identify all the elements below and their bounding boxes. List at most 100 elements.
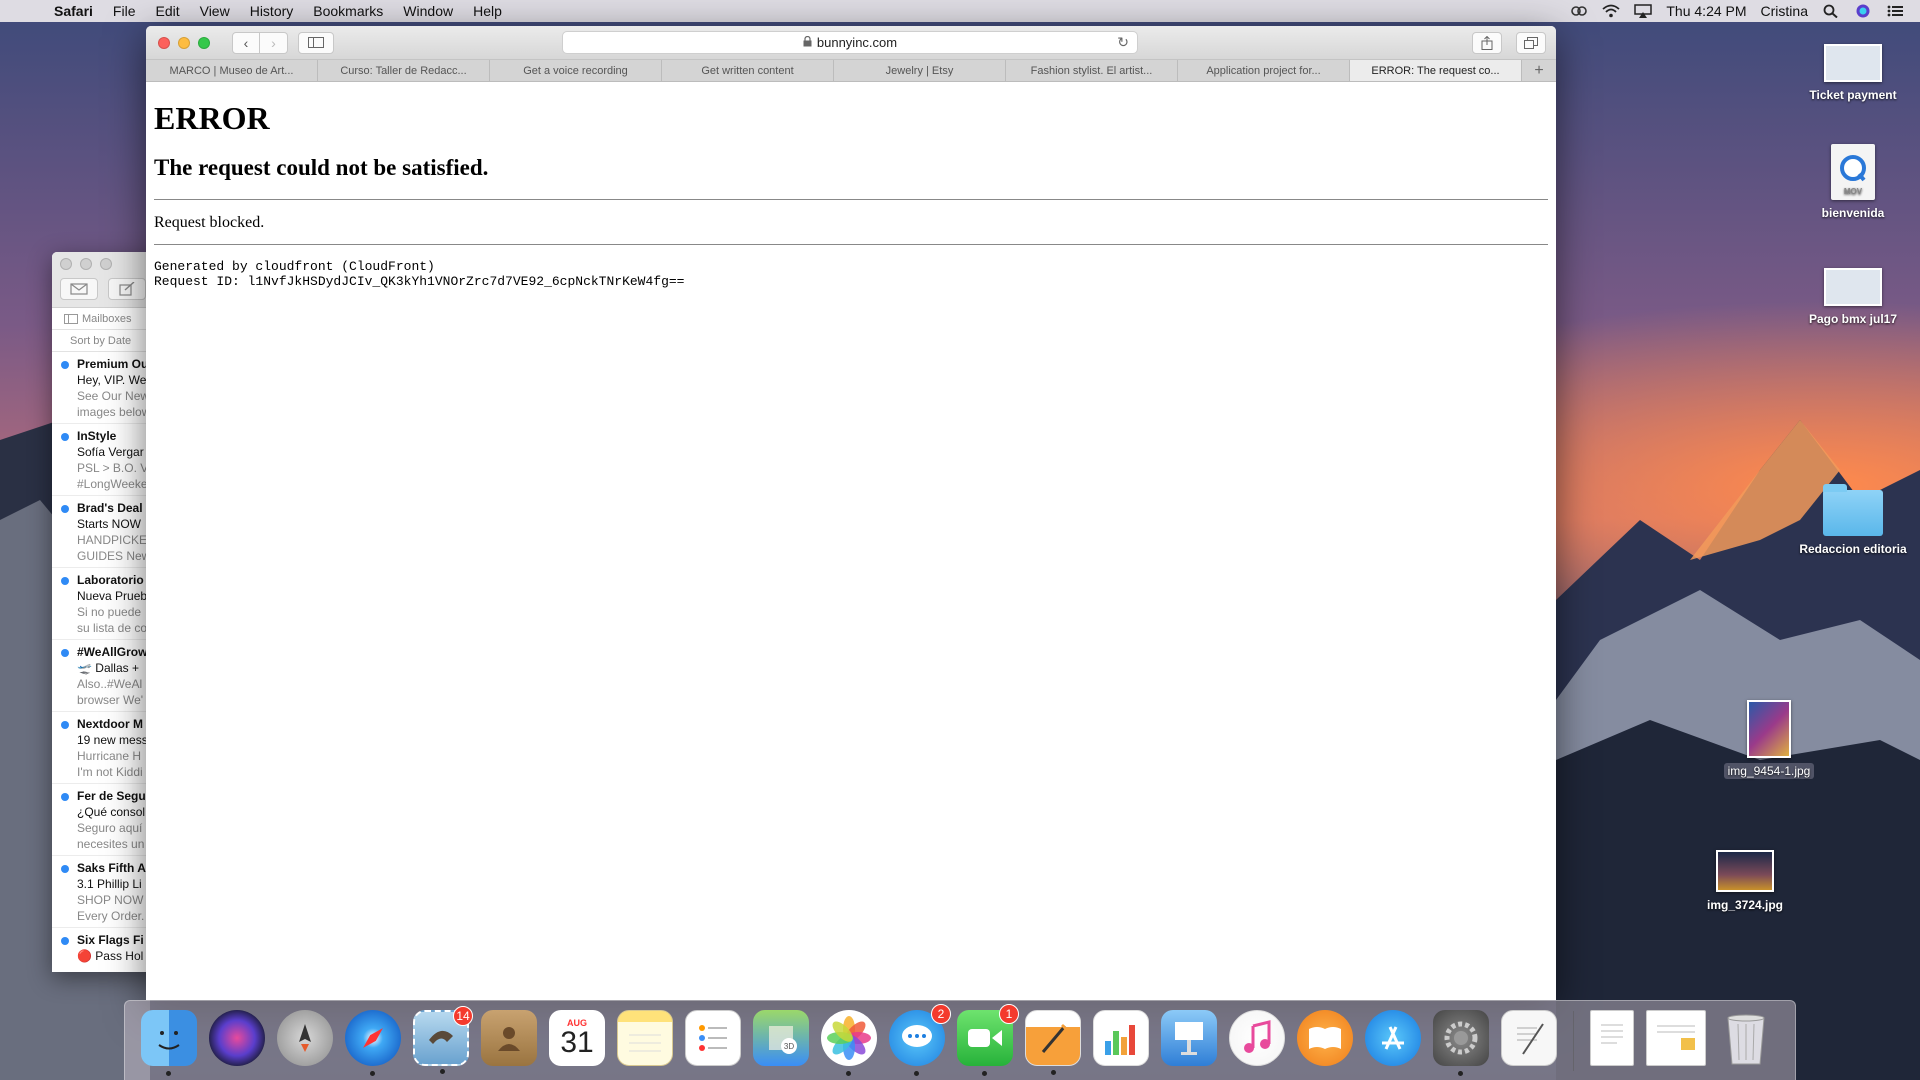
facetime-icon[interactable]: 1 [957,1003,1019,1076]
mail-stamp-icon[interactable]: 14 [413,1005,473,1074]
document-stack-icon[interactable] [1590,1009,1634,1066]
error-heading: ERROR [154,100,270,136]
address-bar[interactable]: bunnyinc.com ↻ [562,31,1138,54]
running-indicator [370,1070,375,1076]
airplay-icon[interactable] [1634,4,1653,18]
menu-history[interactable]: History [250,3,294,19]
unread-dot [61,793,69,801]
textedit-icon[interactable] [1501,1009,1557,1066]
unread-dot [61,649,69,657]
show-all-tabs-button[interactable] [1516,32,1546,54]
siri-icon[interactable] [209,1009,265,1066]
new-tab-button[interactable]: + [1522,60,1556,81]
minimize-icon[interactable] [178,36,190,49]
url-text: bunnyinc.com [816,35,898,50]
contacts-icon[interactable] [481,1009,537,1066]
menu-bookmarks[interactable]: Bookmarks [313,3,383,19]
messages-badge: 2 [931,1003,951,1024]
unread-dot [61,721,69,729]
tab-error-active[interactable]: ERROR: The request co... [1350,60,1522,81]
tab-curso[interactable]: Curso: Taller de Redacc... [318,60,490,81]
sidebar-icon [308,37,324,48]
screenshot-thumbnail-icon [1824,268,1882,306]
siri-icon[interactable] [1854,4,1872,18]
unread-dot [61,361,69,369]
svg-text:MOV: MOV [1844,187,1863,196]
tab-marco[interactable]: MARCO | Museo de Art... [146,60,318,81]
menu-clock[interactable]: Thu 4:24 PM [1666,3,1746,19]
mailboxes-label: Mailboxes [82,312,132,325]
desktop-icon-bienvenida[interactable]: MOV bienvenida [1798,144,1908,220]
unread-dot [61,505,69,513]
menu-app-name[interactable]: Safari [54,3,93,19]
tabs-overview-icon [1524,37,1538,49]
share-button[interactable] [1472,32,1502,54]
launchpad-icon[interactable] [277,1009,333,1066]
creative-cloud-icon[interactable] [1570,4,1588,18]
menu-file[interactable]: File [113,3,136,19]
forward-button[interactable]: › [260,31,288,54]
desktop-icon-redaccion-editoria[interactable]: Redaccion editoria [1798,484,1908,556]
messages-icon[interactable]: 2 [889,1003,951,1076]
folder-icon [1823,484,1883,536]
status-area: Thu 4:24 PM Cristina [1570,3,1920,19]
itunes-icon[interactable] [1229,1009,1285,1066]
tab-application-project[interactable]: Application project for... [1178,60,1350,81]
menu-view[interactable]: View [200,3,230,19]
spotlight-search-icon[interactable] [1822,4,1840,18]
image-thumbnail-icon [1747,700,1791,758]
error-message: Request blocked. [154,214,265,231]
screenshot-thumbnail-icon [1824,44,1882,82]
trash-icon[interactable] [1718,1010,1774,1066]
desktop-icon-img-9454[interactable]: img_9454-1.jpg [1714,700,1824,779]
finder-icon[interactable] [141,1009,197,1076]
tab-voice-recording[interactable]: Get a voice recording [490,60,662,81]
running-indicator [166,1070,171,1076]
menu-help[interactable]: Help [473,3,502,19]
minimize-icon[interactable] [80,258,92,270]
system-preferences-icon[interactable] [1433,1009,1489,1076]
menu-bar: Safari File Edit View History Bookmarks … [0,0,1920,22]
reload-icon[interactable]: ↻ [1117,34,1129,51]
wifi-icon[interactable] [1602,4,1620,18]
request-id: Request ID: l1NvfJkHSDydJCIv_QK3kYh1VNOr… [154,274,685,289]
menu-user[interactable]: Cristina [1761,3,1808,19]
keynote-icon[interactable] [1161,1009,1217,1066]
notification-center-icon[interactable] [1886,4,1904,18]
mail-badge: 14 [453,1005,473,1026]
zoom-icon[interactable] [198,36,210,49]
pages-icon[interactable] [1025,1009,1081,1075]
numbers-icon[interactable] [1093,1009,1149,1066]
tab-written-content[interactable]: Get written content [662,60,834,81]
close-icon[interactable] [158,36,170,49]
menu-edit[interactable]: Edit [155,3,179,19]
compose-button[interactable] [108,278,146,300]
calendar-icon[interactable]: AUG 31 [549,1009,605,1066]
menu-window[interactable]: Window [403,3,453,19]
back-button[interactable]: ‹ [232,31,260,54]
reminders-icon[interactable] [685,1009,741,1066]
safari-icon[interactable] [345,1009,401,1076]
plus-icon: + [1534,61,1544,79]
sidebar-button[interactable] [298,31,334,54]
sort-label: Sort by Date [70,334,132,347]
notes-icon[interactable] [617,1009,673,1066]
tab-jewelry-etsy[interactable]: Jewelry | Etsy [834,60,1006,81]
running-indicator [914,1070,919,1076]
zoom-icon[interactable] [100,258,112,270]
get-mail-button[interactable] [60,278,98,300]
desktop-icon-ticket-payment[interactable]: Ticket payment [1798,44,1908,102]
desktop-icon-pago-bmx[interactable]: Pago bmx jul17 [1798,268,1908,326]
divider [154,199,1548,200]
tab-fashion-stylist[interactable]: Fashion stylist. El artist... [1006,60,1178,81]
app-store-icon[interactable] [1365,1009,1421,1066]
calendar-day: 31 [560,1025,594,1059]
ibooks-icon[interactable] [1297,1009,1353,1066]
photos-icon[interactable] [821,1009,877,1076]
svg-text:3D: 3D [784,1042,794,1051]
maps-icon[interactable]: 3D [753,1009,809,1066]
desktop-icon-img-3724[interactable]: img_3724.jpg [1690,850,1800,912]
close-icon[interactable] [60,258,72,270]
desktop-icon-label: img_9454-1.jpg [1723,763,1815,779]
downloads-stack-icon[interactable] [1646,1009,1706,1066]
